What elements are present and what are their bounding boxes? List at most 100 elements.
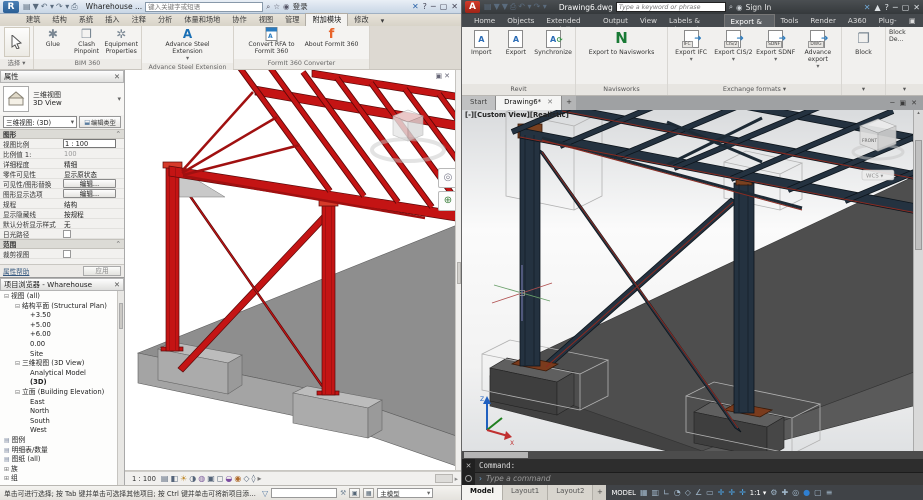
block-group-arrow[interactable]: ▾: [842, 84, 885, 95]
export-navisworks-button[interactable]: N Export to Navisworks: [579, 29, 664, 56]
ribbon-tab[interactable]: Plug-ins: [873, 14, 903, 27]
design-option-select[interactable]: 主模型▾: [377, 488, 433, 498]
viewport-vscrollbar[interactable]: [455, 70, 462, 470]
isodraft-icon[interactable]: ◇: [685, 488, 691, 497]
user-icon[interactable]: ◉: [283, 2, 290, 11]
shadows-icon[interactable]: ◑: [189, 474, 196, 483]
help-icon[interactable]: ?: [885, 3, 889, 12]
property-row[interactable]: 显示隐藏线按规程: [0, 209, 124, 219]
annotation-icon-3[interactable]: ✛: [739, 488, 746, 497]
ribbon-tab[interactable]: 系统: [73, 14, 99, 26]
signin-label[interactable]: Sign In: [746, 3, 772, 12]
minimize-button[interactable]: ─: [431, 2, 436, 11]
ribbon-tab[interactable]: 体量和场地: [178, 14, 226, 26]
restore-button[interactable]: ▢: [902, 3, 910, 12]
ribbon-tab[interactable]: 插入: [99, 14, 125, 26]
grid-icon[interactable]: ▦: [640, 488, 648, 497]
ribbon-button[interactable]: ✱Glue: [37, 27, 69, 49]
workspace-icon[interactable]: ⚙: [770, 488, 777, 497]
select-group-label[interactable]: 选择 ▾: [0, 59, 33, 69]
search-icon[interactable]: ⌕: [266, 2, 270, 12]
ribbon-tab[interactable]: 建筑: [20, 14, 46, 26]
property-row[interactable]: 可见性/图形替换编辑...: [0, 179, 124, 189]
close-command-icon[interactable]: ✕: [466, 462, 472, 470]
ribbon-tab[interactable]: 修改: [348, 14, 374, 26]
undo-icon[interactable]: ↶ ▾: [518, 2, 531, 11]
tree-item[interactable]: (3D): [0, 378, 117, 388]
advance-steel-extension-button[interactable]: A Advance Steel Extension▾: [159, 27, 217, 62]
view-close-icon[interactable]: ✕: [444, 72, 452, 80]
exchange-group-label[interactable]: Exchange formats ▾: [668, 84, 841, 95]
tree-item[interactable]: 结构平面 (Structural Plan): [0, 302, 117, 312]
property-row[interactable]: 详细程度精细: [0, 159, 124, 169]
property-row[interactable]: 规程结构: [0, 199, 124, 209]
ribbon-tab[interactable]: Home: [468, 14, 501, 27]
user-icon[interactable]: ◉: [736, 3, 743, 12]
minimize-button[interactable]: ─: [893, 3, 898, 12]
file-tab-start[interactable]: Start: [462, 96, 496, 110]
render-icon[interactable]: ◍: [198, 474, 205, 483]
revit-app-menu[interactable]: R: [3, 1, 19, 13]
ribbon-tab[interactable]: Render: [804, 14, 842, 27]
ribbon-tab[interactable]: Output: [597, 14, 634, 27]
tree-item[interactable]: 图例: [0, 436, 117, 446]
section-extents[interactable]: 范围⌃: [0, 239, 124, 249]
ribbon-button[interactable]: ✲Equipment Properties: [104, 27, 138, 56]
doc-restore-icon[interactable]: ▣: [900, 99, 907, 107]
close-tab-icon[interactable]: ✕: [547, 98, 553, 106]
ribbon-tab[interactable]: Tools: [775, 14, 805, 27]
a360-icon[interactable]: ▲: [875, 3, 881, 12]
browser-scrollbar[interactable]: [117, 291, 124, 485]
worksets-icon[interactable]: ⚒: [340, 489, 346, 497]
file-tab-drawing[interactable]: Drawing6*✕: [496, 96, 562, 110]
detail-level-icon[interactable]: ▤: [161, 474, 169, 483]
layout-tab[interactable]: Model: [462, 485, 503, 500]
convert-rfa-button[interactable]: A Convert RFA to FormIt 360: [243, 27, 301, 56]
panel-toggle-icon[interactable]: ▾: [375, 15, 391, 26]
tree-item[interactable]: +5.00: [0, 321, 117, 331]
apply-button[interactable]: 应用: [83, 266, 121, 276]
acad-viewport[interactable]: Z X FRONT WCS ▾ [-][Custom View][Realist…: [462, 110, 923, 459]
scroll-right-icon[interactable]: ▸: [455, 475, 458, 483]
new-icon[interactable]: ▤: [484, 2, 492, 11]
ribbon-tab[interactable]: 协作: [226, 14, 252, 26]
layout-tab[interactable]: Layout1: [503, 485, 548, 500]
editable-only-icon[interactable]: ▣: [349, 488, 360, 498]
tree-item[interactable]: 族: [0, 465, 117, 475]
tree-item[interactable]: 0.00: [0, 340, 117, 350]
synchronize-button[interactable]: A⟳Synchronize: [534, 29, 572, 56]
type-selector[interactable]: 三维视图: (3D)▾: [3, 116, 77, 128]
ribbon-tab[interactable]: Extended Modeling: [540, 14, 597, 27]
ribbon-tab[interactable]: 管理: [279, 14, 305, 26]
search-icon[interactable]: ⌕: [729, 2, 733, 12]
tree-item[interactable]: 视图 (all): [0, 292, 117, 302]
command-input[interactable]: ›Type a command: [475, 473, 923, 486]
ribbon-tab[interactable]: A360: [842, 14, 873, 27]
ribbon-tab[interactable]: Export & Import: [724, 14, 775, 27]
temporary-hide-icon[interactable]: ◒: [225, 474, 232, 483]
visual-style-icon[interactable]: ◧: [170, 474, 178, 483]
crop-view-icon[interactable]: ▣: [207, 474, 215, 483]
search-input[interactable]: [616, 2, 726, 12]
annotation-icon-1[interactable]: ✛: [718, 488, 725, 497]
undo-icon[interactable]: ↶ ▾: [41, 2, 54, 11]
doc-minimize-icon[interactable]: ─: [890, 99, 894, 107]
lineweight-icon[interactable]: ▭: [706, 488, 714, 497]
property-row[interactable]: 零件可见性显示原状态: [0, 169, 124, 179]
exchange-apps-icon[interactable]: ✕: [412, 2, 419, 11]
tree-item[interactable]: +6.00: [0, 330, 117, 340]
customize-icon[interactable]: ≡: [826, 488, 833, 497]
analytical-model-icon[interactable]: ◇: [243, 474, 249, 483]
help-icon[interactable]: ?: [423, 2, 427, 11]
viewport-hscrollbar[interactable]: [462, 451, 923, 459]
clean-screen-icon[interactable]: ▢: [814, 488, 822, 497]
property-row[interactable]: 默认分析显示样式无: [0, 219, 124, 229]
tree-item[interactable]: Analytical Model: [0, 369, 117, 379]
ortho-icon[interactable]: ∟: [663, 488, 670, 497]
plus-icon[interactable]: ✚: [781, 488, 788, 497]
polar-tracking-icon[interactable]: ◔: [674, 488, 681, 497]
new-tab-button[interactable]: +: [562, 96, 576, 110]
constraints-icon[interactable]: ◊: [252, 474, 256, 483]
close-button[interactable]: ✕: [913, 3, 920, 12]
redo-icon[interactable]: ↷ ▾: [534, 2, 547, 11]
